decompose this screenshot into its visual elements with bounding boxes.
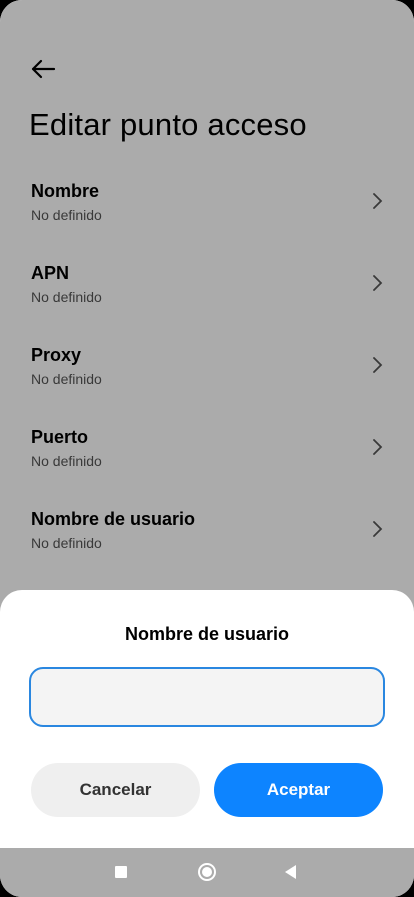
cancel-button[interactable]: Cancelar [31,763,200,817]
username-dialog: Nombre de usuario Cancelar Aceptar [0,590,414,848]
navigation-bar [0,848,414,897]
phone-screen: 10:00 Editar punto acceso Nombre No defi… [0,0,414,897]
home-icon[interactable] [198,863,216,881]
username-input[interactable] [29,667,385,727]
dialog-title: Nombre de usuario [124,624,290,644]
back-triangle-icon[interactable] [285,865,296,879]
recents-icon[interactable] [115,866,127,878]
accept-button[interactable]: Aceptar [214,763,383,817]
